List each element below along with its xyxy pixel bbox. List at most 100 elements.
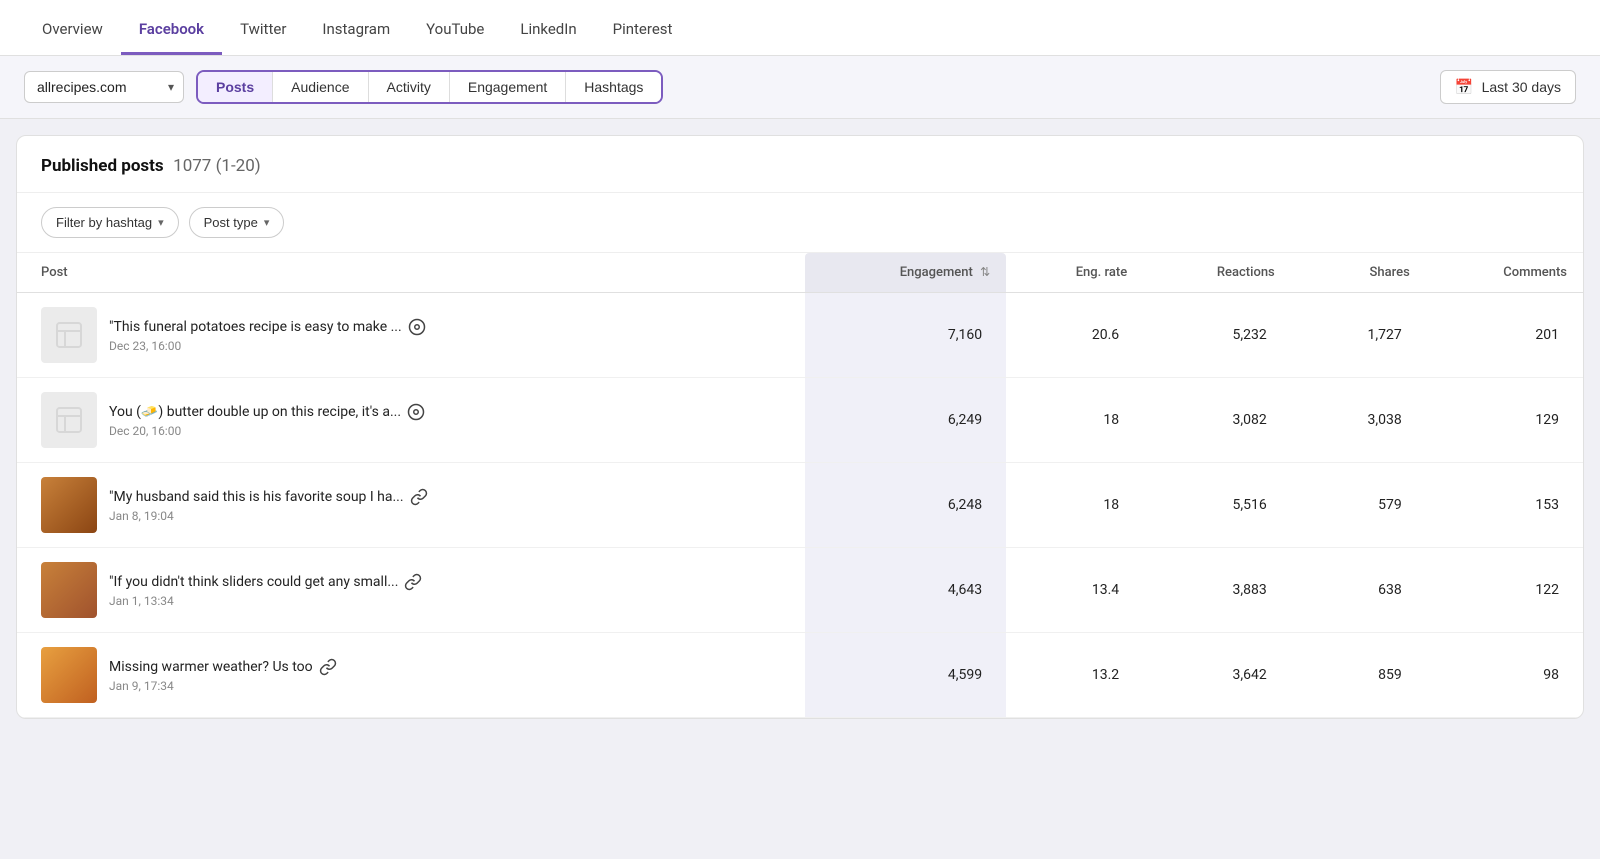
chevron-down-icon: ▾	[158, 216, 164, 229]
filter-bar: Filter by hashtag ▾ Post type ▾	[17, 193, 1583, 253]
comments-value: 122	[1426, 548, 1583, 633]
eng-rate-value: 13.4	[1006, 548, 1143, 633]
shares-value: 579	[1291, 463, 1426, 548]
comments-value: 129	[1426, 378, 1583, 463]
account-select[interactable]: allrecipes.com	[24, 71, 184, 103]
table-row[interactable]: "If you didn't think sliders could get a…	[17, 548, 1583, 633]
post-info: You (🧈) butter double up on this recipe,…	[109, 403, 789, 438]
reactions-value: 3,883	[1143, 548, 1291, 633]
engagement-value: 4,643	[805, 548, 1006, 633]
published-posts-header: Published posts 1077 (1-20)	[17, 136, 1583, 193]
published-posts-count: 1077 (1-20)	[173, 156, 261, 176]
nav-overview[interactable]: Overview	[24, 4, 121, 55]
post-date: Dec 23, 16:00	[109, 339, 789, 353]
comments-value: 201	[1426, 293, 1583, 378]
engagement-value: 6,249	[805, 378, 1006, 463]
post-thumb	[41, 477, 97, 533]
shares-value: 859	[1291, 633, 1426, 718]
comments-value: 153	[1426, 463, 1583, 548]
link-icon	[404, 573, 422, 591]
toolbar: allrecipes.com ▾ Posts Audience Activity…	[0, 56, 1600, 119]
engagement-value: 6,248	[805, 463, 1006, 548]
post-info: "This funeral potatoes recipe is easy to…	[109, 318, 789, 353]
table-row[interactable]: "This funeral potatoes recipe is easy to…	[17, 293, 1583, 378]
nav-youtube[interactable]: YouTube	[408, 4, 502, 55]
col-engagement[interactable]: Engagement ⇅	[805, 253, 1006, 293]
post-cell-4: Missing warmer weather? Us too Jan 9, 17…	[17, 633, 805, 718]
reactions-value: 5,232	[1143, 293, 1291, 378]
link-icon	[319, 658, 337, 676]
post-thumb	[41, 392, 97, 448]
post-text: Missing warmer weather? Us too	[109, 658, 489, 676]
published-posts-title: Published posts	[41, 156, 164, 176]
reactions-value: 3,642	[1143, 633, 1291, 718]
post-text: "My husband said this is his favorite so…	[109, 488, 489, 506]
nav-twitter[interactable]: Twitter	[222, 4, 304, 55]
calendar-icon: 📅	[1455, 78, 1474, 96]
posts-table: Post Engagement ⇅ Eng. rate Reactions Sh…	[17, 253, 1583, 718]
post-cell-0: "This funeral potatoes recipe is easy to…	[17, 293, 805, 378]
date-range-button[interactable]: 📅 Last 30 days	[1440, 70, 1576, 104]
filter-hashtag-button[interactable]: Filter by hashtag ▾	[41, 207, 179, 238]
post-cell-1: You (🧈) butter double up on this recipe,…	[17, 378, 805, 463]
post-thumb	[41, 562, 97, 618]
post-date: Jan 1, 13:34	[109, 594, 789, 608]
filter-hashtag-label: Filter by hashtag	[56, 215, 152, 230]
nav-facebook[interactable]: Facebook	[121, 4, 222, 55]
tab-audience[interactable]: Audience	[273, 72, 368, 102]
video-icon	[408, 318, 426, 336]
tab-activity[interactable]: Activity	[369, 72, 450, 102]
col-post: Post	[17, 253, 805, 293]
chevron-down-icon-2: ▾	[264, 216, 270, 229]
eng-rate-value: 20.6	[1006, 293, 1143, 378]
eng-rate-value: 18	[1006, 378, 1143, 463]
col-comments: Comments	[1426, 253, 1583, 293]
sort-icon: ⇅	[980, 265, 990, 279]
table-row[interactable]: Missing warmer weather? Us too Jan 9, 17…	[17, 633, 1583, 718]
eng-rate-value: 13.2	[1006, 633, 1143, 718]
tab-engagement[interactable]: Engagement	[450, 72, 566, 102]
top-nav: Overview Facebook Twitter Instagram YouT…	[0, 0, 1600, 56]
date-range-label: Last 30 days	[1482, 79, 1561, 95]
post-cell-2: "My husband said this is his favorite so…	[17, 463, 805, 548]
reactions-value: 5,516	[1143, 463, 1291, 548]
col-shares: Shares	[1291, 253, 1426, 293]
nav-pinterest[interactable]: Pinterest	[595, 4, 691, 55]
video-icon	[407, 403, 425, 421]
engagement-value: 4,599	[805, 633, 1006, 718]
post-thumb	[41, 307, 97, 363]
app-container: Overview Facebook Twitter Instagram YouT…	[0, 0, 1600, 859]
tab-hashtags[interactable]: Hashtags	[566, 72, 661, 102]
post-date: Dec 20, 16:00	[109, 424, 789, 438]
post-thumb	[41, 647, 97, 703]
nav-instagram[interactable]: Instagram	[304, 4, 408, 55]
shares-value: 638	[1291, 548, 1426, 633]
comments-value: 98	[1426, 633, 1583, 718]
shares-value: 1,727	[1291, 293, 1426, 378]
post-date: Jan 8, 19:04	[109, 509, 789, 523]
post-info: Missing warmer weather? Us too Jan 9, 17…	[109, 658, 789, 693]
post-date: Jan 9, 17:34	[109, 679, 789, 693]
post-text: You (🧈) butter double up on this recipe,…	[109, 403, 489, 421]
post-info: "My husband said this is his favorite so…	[109, 488, 789, 523]
nav-linkedin[interactable]: LinkedIn	[502, 4, 594, 55]
account-select-wrapper: allrecipes.com ▾	[24, 71, 184, 103]
main-content: Published posts 1077 (1-20) Filter by ha…	[16, 135, 1584, 719]
post-cell-3: "If you didn't think sliders could get a…	[17, 548, 805, 633]
post-text: "If you didn't think sliders could get a…	[109, 573, 489, 591]
table-row[interactable]: You (🧈) butter double up on this recipe,…	[17, 378, 1583, 463]
reactions-value: 3,082	[1143, 378, 1291, 463]
engagement-value: 7,160	[805, 293, 1006, 378]
post-text: "This funeral potatoes recipe is easy to…	[109, 318, 489, 336]
table-row[interactable]: "My husband said this is his favorite so…	[17, 463, 1583, 548]
col-eng-rate: Eng. rate	[1006, 253, 1143, 293]
tab-posts[interactable]: Posts	[198, 72, 273, 102]
col-reactions: Reactions	[1143, 253, 1291, 293]
link-icon	[410, 488, 428, 506]
tabs-group: Posts Audience Activity Engagement Hasht…	[196, 70, 663, 104]
filter-post-type-button[interactable]: Post type ▾	[189, 207, 285, 238]
eng-rate-value: 18	[1006, 463, 1143, 548]
filter-post-type-label: Post type	[204, 215, 258, 230]
post-info: "If you didn't think sliders could get a…	[109, 573, 789, 608]
shares-value: 3,038	[1291, 378, 1426, 463]
